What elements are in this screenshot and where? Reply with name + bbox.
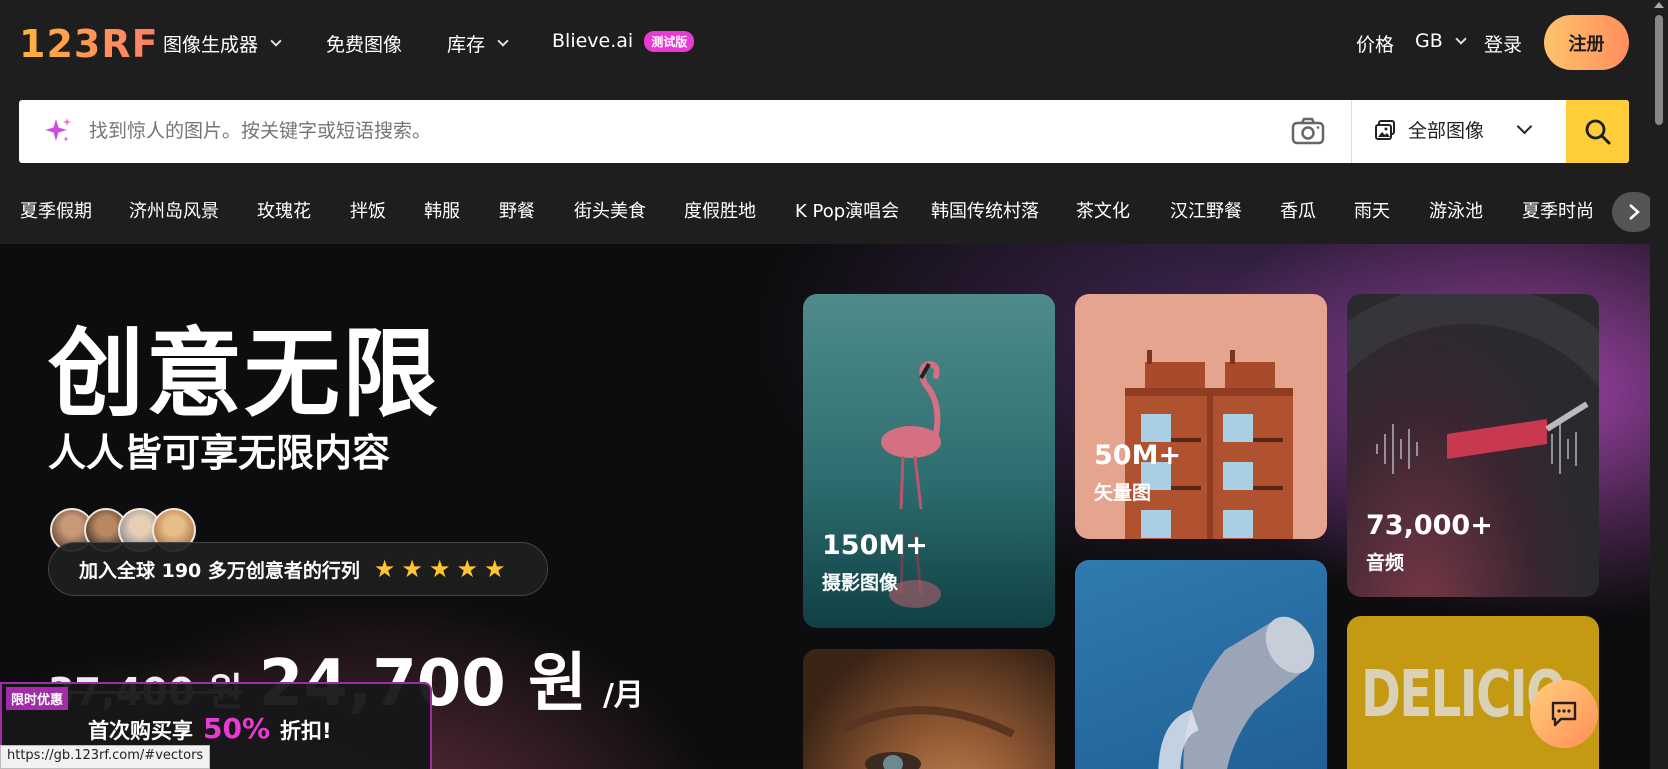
nav-stock[interactable]: 库存 bbox=[447, 30, 509, 57]
promo-text-suffix: 折扣! bbox=[280, 719, 332, 743]
page-scrollbar[interactable] bbox=[1650, 0, 1668, 769]
search-bar: 全部图像 bbox=[19, 100, 1629, 163]
top-navigation-bar: 123RF 图像生成器 免费图像 库存 Blieve.ai 测试版 价格 GB … bbox=[0, 0, 1650, 88]
vectors-card[interactable]: 50M+ 矢量图 bbox=[1075, 294, 1327, 539]
scrollbar-thumb[interactable] bbox=[1655, 15, 1663, 125]
tag-chip[interactable]: 济州岛风景 bbox=[129, 197, 219, 223]
tag-chip[interactable]: 雨天 bbox=[1354, 197, 1390, 223]
audio-card[interactable]: 73,000+ 音频 bbox=[1347, 294, 1599, 597]
promo-percent: 50% bbox=[203, 712, 271, 745]
nav-blieve-ai-label: Blieve.ai bbox=[552, 30, 634, 52]
nav-free-images-label: 免费图像 bbox=[326, 34, 403, 56]
tag-chip[interactable]: 香瓜 bbox=[1280, 197, 1316, 223]
tag-chip[interactable]: 夏季假期 bbox=[20, 197, 92, 223]
status-bar-url: https://gb.123rf.com/#vectors bbox=[0, 745, 211, 769]
beta-badge: 测试版 bbox=[644, 30, 695, 52]
login-link[interactable]: 登录 bbox=[1484, 30, 1522, 57]
tag-chip[interactable]: 茶文化 bbox=[1076, 197, 1130, 223]
chevron-right-icon bbox=[1629, 204, 1640, 220]
promo-text-lead: 首次购买享 bbox=[88, 719, 193, 743]
vectors-label: 矢量图 bbox=[1094, 482, 1152, 504]
ai-sparkle-icon bbox=[45, 118, 71, 142]
tag-chip[interactable]: K Pop演唱会 bbox=[795, 197, 899, 223]
portrait-image bbox=[841, 706, 1015, 769]
per-month: /月 bbox=[602, 678, 644, 713]
chevron-down-icon[interactable] bbox=[1516, 118, 1533, 135]
portrait-card[interactable] bbox=[803, 649, 1055, 769]
search-button[interactable] bbox=[1566, 100, 1629, 163]
nav-free-images[interactable]: 免费图像 bbox=[326, 30, 402, 57]
signup-button[interactable]: 注册 bbox=[1544, 15, 1629, 70]
vectors-count: 50M+ bbox=[1094, 440, 1182, 471]
tag-chip[interactable]: 夏季时尚 bbox=[1522, 197, 1594, 223]
tag-chip[interactable]: 游泳池 bbox=[1429, 197, 1483, 223]
nav-stock-label: 库存 bbox=[447, 34, 486, 56]
camera-search-icon[interactable] bbox=[1291, 116, 1325, 146]
chat-icon bbox=[1551, 701, 1577, 727]
tag-chip[interactable]: 街头美食 bbox=[574, 197, 646, 223]
community-pill: 加入全球 190 多万创意者的行列 ★★★★★ bbox=[48, 542, 548, 596]
login-label: 登录 bbox=[1484, 34, 1523, 56]
tag-chip[interactable]: 野餐 bbox=[499, 197, 535, 223]
bottle-card[interactable] bbox=[1075, 560, 1327, 769]
region-selector[interactable]: GB bbox=[1415, 30, 1467, 52]
hero-title: 创意无限 bbox=[48, 318, 440, 430]
nav-blieve-ai[interactable]: Blieve.ai 测试版 bbox=[552, 30, 695, 52]
tag-chip[interactable]: 度假胜地 bbox=[684, 197, 756, 223]
hero-subtitle: 人人皆可享无限内容 bbox=[48, 431, 391, 475]
photos-label: 摄影图像 bbox=[822, 572, 899, 594]
search-icon bbox=[1585, 119, 1610, 144]
region-label: GB bbox=[1415, 30, 1443, 52]
image-type-select[interactable]: 全部图像 bbox=[1374, 116, 1484, 143]
promo-text: 首次购买享 50% 折扣! bbox=[88, 712, 332, 745]
tag-chip[interactable]: 韩国传统村落 bbox=[931, 197, 1039, 223]
search-divider bbox=[1351, 100, 1352, 163]
limited-offer-badge: 限时优惠 bbox=[6, 687, 69, 710]
audio-label: 音频 bbox=[1366, 552, 1405, 574]
nav-pricing[interactable]: 价格 bbox=[1356, 30, 1394, 57]
tag-chip[interactable]: 拌饭 bbox=[350, 197, 386, 223]
tag-chip[interactable]: 汉江野餐 bbox=[1170, 197, 1242, 223]
join-text: 加入全球 190 多万创意者的行列 bbox=[79, 559, 360, 582]
nav-pricing-label: 价格 bbox=[1356, 34, 1395, 56]
site-logo[interactable]: 123RF bbox=[19, 22, 159, 66]
hero-section: 创意无限 人人皆可享无限内容 加入全球 190 多万创意者的行列 ★★★★★ 3… bbox=[0, 244, 1650, 769]
chevron-down-icon bbox=[1455, 32, 1467, 45]
chat-button[interactable] bbox=[1530, 680, 1598, 748]
rating-stars: ★★★★★ bbox=[373, 555, 512, 583]
photos-card[interactable]: 150M+ 摄影图像 bbox=[803, 294, 1055, 628]
nav-image-generator-label: 图像生成器 bbox=[163, 34, 259, 56]
image-type-label: 全部图像 bbox=[1408, 120, 1485, 142]
bottle-image bbox=[1158, 616, 1315, 769]
scroll-up-arrow-icon[interactable] bbox=[1654, 2, 1664, 8]
search-input[interactable] bbox=[89, 120, 1169, 142]
audio-count: 73,000+ bbox=[1366, 510, 1493, 541]
chevron-down-icon bbox=[270, 35, 282, 47]
photos-count: 150M+ bbox=[822, 530, 928, 561]
tag-chip[interactable]: 韩服 bbox=[424, 197, 460, 223]
tag-chip[interactable]: 玫瑰花 bbox=[257, 197, 311, 223]
chevron-down-icon bbox=[497, 35, 509, 47]
trending-tags-bar: 夏季假期 济州岛风景 玫瑰花 拌饭 韩服 野餐 街头美食 度假胜地 K Pop演… bbox=[0, 170, 1656, 244]
nav-image-generator[interactable]: 图像生成器 bbox=[163, 30, 282, 57]
image-icon bbox=[1375, 119, 1395, 140]
